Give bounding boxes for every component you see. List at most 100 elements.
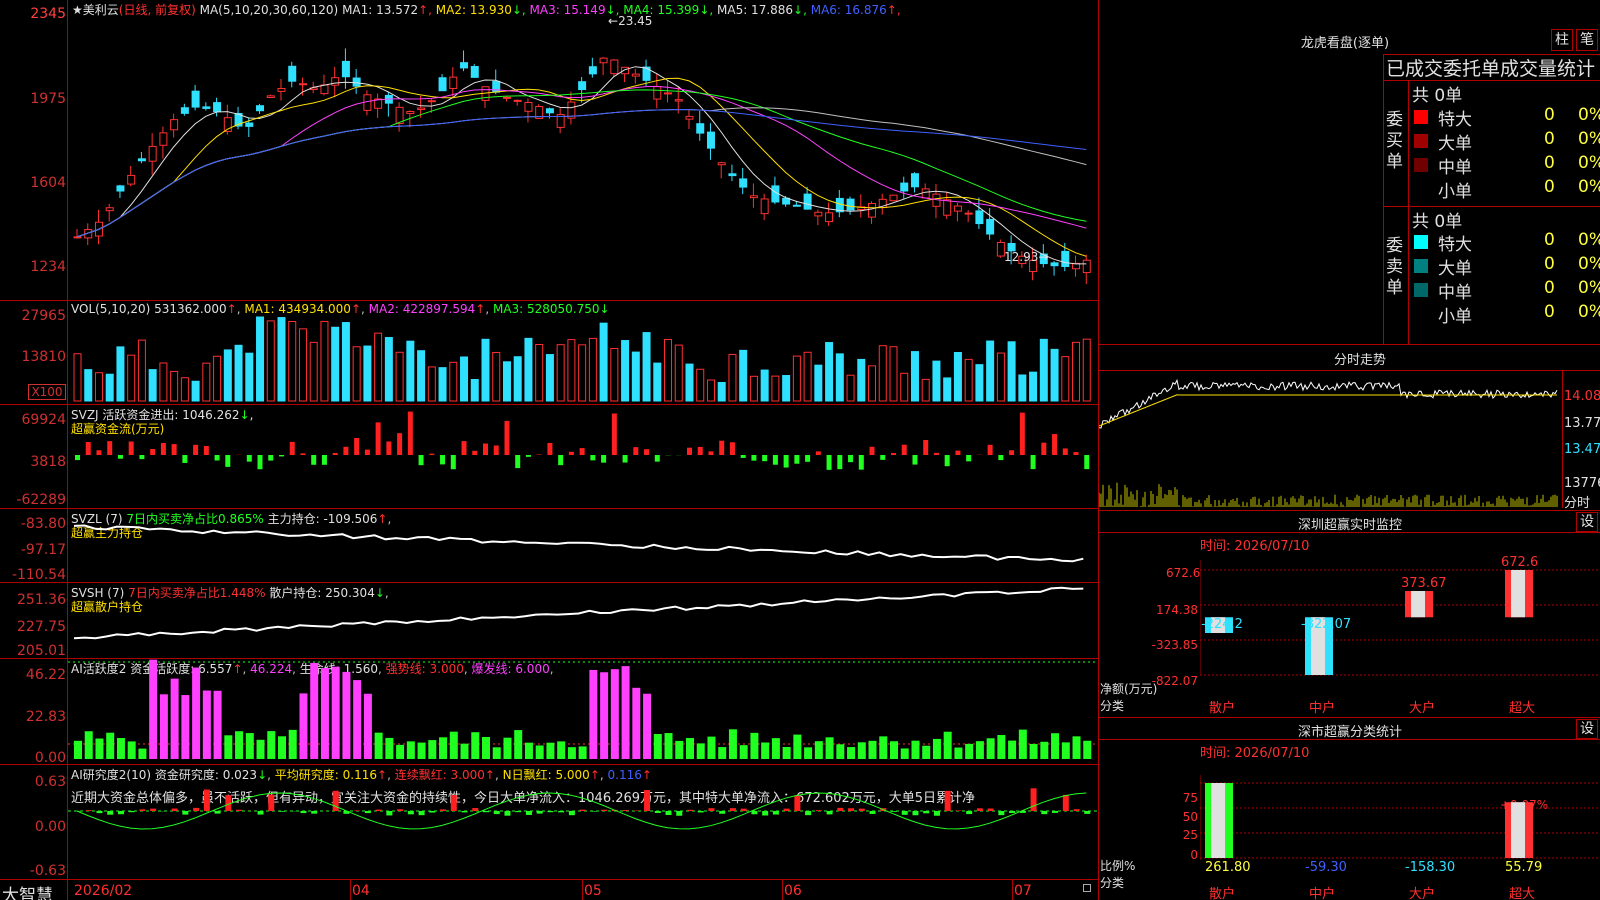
candle-body (631, 73, 640, 77)
activity-bar (353, 680, 362, 759)
activity-bar (74, 740, 82, 759)
pen-mode-button[interactable]: 笔 (1576, 29, 1598, 51)
activity-bar (127, 741, 136, 759)
volume-bar (975, 364, 984, 402)
research-bar (117, 811, 124, 815)
volume-bar (932, 360, 941, 402)
research-bar (976, 808, 983, 811)
cls-category-label: 大户 (1409, 887, 1436, 900)
activity-bar (696, 743, 705, 759)
research-bar (515, 811, 522, 813)
flow-bar (772, 455, 778, 465)
volume-bar (825, 342, 834, 402)
flow-bar (1009, 450, 1015, 455)
candle-body (599, 57, 608, 64)
ma3-line (76, 85, 1087, 238)
activity-bar (181, 695, 190, 759)
buy-label: 委买单 (1386, 110, 1403, 172)
price-chart[interactable] (68, 0, 1098, 300)
volume-chart[interactable] (68, 301, 1098, 404)
flow-bar (944, 455, 950, 467)
ai2-chart[interactable] (68, 765, 1098, 879)
candle-body (331, 77, 340, 86)
candle-body (653, 86, 662, 100)
flow-bar (568, 451, 574, 455)
x-tick (782, 880, 783, 900)
research-bar (772, 811, 779, 815)
research-bar (1052, 811, 1059, 813)
volume-bar (331, 326, 340, 402)
activity-bar (900, 748, 909, 759)
intraday-chart[interactable] (1099, 371, 1562, 508)
svzj-chart[interactable] (68, 405, 1098, 508)
research-bar (547, 811, 554, 813)
activity-bar (750, 732, 759, 759)
sz-category-label: 中户 (1309, 701, 1336, 716)
flow-bar (858, 455, 864, 470)
sz-monitor-chart[interactable] (1200, 560, 1600, 695)
flow-bar (826, 455, 832, 470)
candle-body (266, 95, 275, 98)
flow-bar (719, 440, 725, 455)
activity-bar (997, 734, 1006, 759)
flow-bar (321, 455, 327, 465)
activity-bar (911, 740, 920, 759)
research-bar (85, 810, 92, 811)
candle-body (288, 65, 297, 82)
candle-body (685, 115, 694, 120)
volume-bar (94, 372, 103, 402)
buy-row-name: 特大 (1438, 110, 1472, 130)
buy-row-count: 0 (1544, 177, 1555, 197)
ai1-chart[interactable] (68, 659, 1098, 764)
research-bar (654, 811, 661, 813)
bar-mode-button[interactable]: 柱 (1551, 29, 1573, 51)
svsh-chart[interactable] (68, 583, 1098, 658)
volume-bar (513, 356, 522, 402)
research-bar (536, 811, 543, 814)
candle-body (245, 122, 254, 127)
candle-body (953, 205, 962, 212)
cls-stat-chart[interactable] (1200, 775, 1600, 900)
candle-body (964, 212, 973, 215)
volume-bar (470, 379, 479, 402)
volume-bar (1050, 348, 1059, 402)
volume-bar (986, 340, 995, 402)
flow-bar (85, 441, 91, 455)
svzl-chart[interactable] (68, 509, 1098, 582)
volume-bar (835, 353, 844, 402)
volume-bar (749, 375, 758, 402)
sell-row-name: 大单 (1438, 259, 1472, 279)
intraday-avg-line (1099, 394, 1557, 427)
volume-bar (868, 365, 877, 402)
flow-bar (246, 455, 252, 462)
research-bar (364, 811, 371, 814)
research-bar (461, 811, 468, 813)
volume-bar (782, 375, 791, 402)
volume-bar (1029, 371, 1038, 402)
sz-settings-button[interactable]: 设 (1576, 512, 1598, 532)
research-bar (483, 811, 489, 813)
research-bar (708, 808, 715, 811)
candle-body (749, 195, 758, 199)
buy-row-count: 0 (1544, 129, 1555, 149)
candle-body (502, 96, 511, 99)
activity-bar (804, 747, 813, 759)
candle-body (921, 188, 930, 199)
ai1-axis-tick: 0.00 (34, 750, 66, 766)
cls-xlabel: 分类 (1100, 876, 1125, 890)
stat-title: 已成交委托单成交量统计 (1386, 58, 1596, 80)
activity-bar (1072, 736, 1081, 759)
candle-body (116, 185, 125, 192)
candle-body (213, 102, 222, 113)
flow-bar (687, 447, 692, 455)
candle-body (513, 99, 522, 102)
volume-bar (116, 346, 125, 402)
flow-bar (483, 443, 488, 455)
cls-settings-button[interactable]: 设 (1576, 719, 1598, 739)
volume-bar (1018, 374, 1027, 402)
lock-icon[interactable] (1083, 884, 1091, 892)
sell-label: 委卖单 (1386, 236, 1403, 298)
research-bar (407, 811, 414, 815)
flow-bar (493, 445, 499, 455)
flow-bar (279, 455, 284, 457)
